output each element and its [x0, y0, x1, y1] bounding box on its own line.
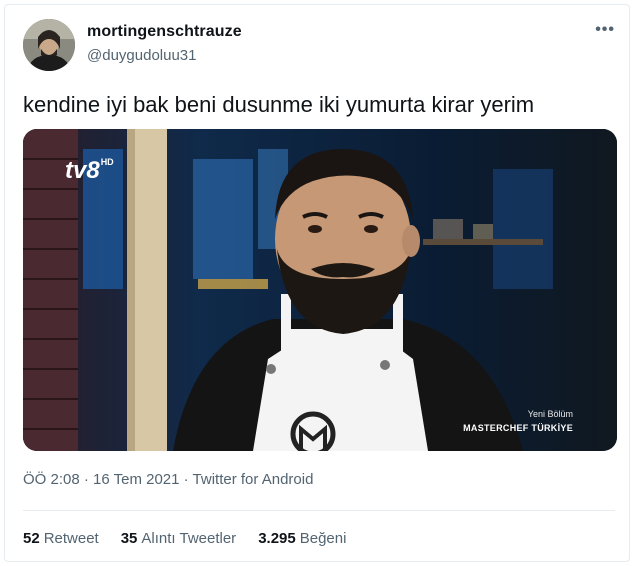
quotes-stat[interactable]: 35 Alıntı Tweetler: [121, 530, 236, 547]
tweet-media[interactable]: tv8HD Yeni Bölüm MASTERCHEF TÜRKİYE: [23, 129, 617, 451]
channel-logo-hd: HD: [100, 157, 114, 167]
author-display-name[interactable]: mortingenschtrauze: [87, 23, 242, 41]
avatar-image: [23, 19, 75, 71]
divider: [23, 510, 615, 511]
more-dots-icon[interactable]: •••: [595, 21, 615, 39]
likes-count: 3.295: [258, 530, 296, 547]
tweet-stats: 52 Retweet 35 Alıntı Tweetler 3.295 Beğeni: [23, 530, 346, 547]
media-caption-line1: Yeni Bölüm: [527, 409, 573, 419]
retweets-stat[interactable]: 52 Retweet: [23, 530, 99, 547]
tweet-card: mortingenschtrauze @duygudoluu31 ••• ken…: [4, 4, 630, 562]
quotes-count: 35: [120, 530, 138, 547]
tweet-text: kendine iyi bak beni dusunme iki yumurta…: [23, 92, 535, 117]
likes-stat[interactable]: 3.295 Beğeni: [258, 530, 346, 547]
retweets-count: 52: [23, 530, 40, 547]
retweets-label: Retweet: [43, 530, 99, 547]
avatar[interactable]: [23, 19, 75, 71]
tweet-timestamp[interactable]: ÖÖ 2:08 · 16 Tem 2021 · Twitter for Andr…: [23, 471, 313, 488]
likes-label: Beğeni: [299, 530, 347, 547]
media-caption-line2: MASTERCHEF TÜRKİYE: [463, 423, 573, 433]
author-handle[interactable]: @duygudoluu31: [87, 47, 196, 64]
quotes-label: Alıntı Tweetler: [141, 530, 237, 547]
channel-logo: tv8HD: [65, 157, 114, 185]
channel-logo-text: tv8: [65, 157, 100, 184]
